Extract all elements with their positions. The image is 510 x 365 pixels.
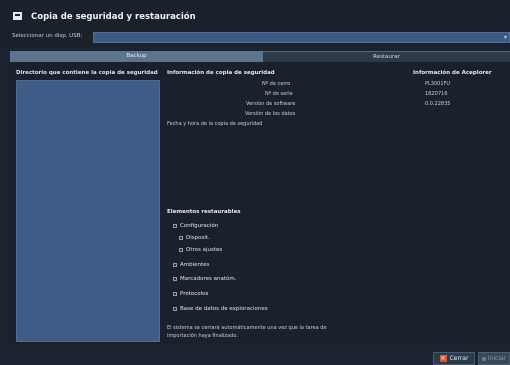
directory-title: Directorio que contiene la copia de segu… — [16, 70, 158, 76]
field-label-backup-datetime: Fecha y hora de la copia de seguridad — [167, 121, 263, 127]
tab-bar: Backup Restaurar — [10, 51, 510, 62]
option-ambientes[interactable]: Ambientes — [173, 262, 209, 268]
chevron-down-icon[interactable]: ▾ — [504, 34, 507, 41]
field-value-serial-number: 18Z0716 — [425, 91, 448, 97]
start-icon — [481, 356, 486, 361]
checkbox[interactable] — [179, 248, 183, 252]
checkbox[interactable] — [173, 277, 177, 281]
checkbox[interactable] — [173, 307, 177, 311]
option-otros-ajustes[interactable]: Otros ajustes — [179, 247, 222, 253]
start-button-label: Iniciar — [487, 355, 507, 362]
option-marcadores[interactable]: Marcadores anatóm. — [173, 276, 237, 282]
field-label-data-version: Versión de los datos — [245, 111, 296, 117]
option-disposit[interactable]: Disposit. — [179, 235, 210, 241]
directory-list[interactable] — [16, 80, 160, 342]
option-label: Protocolos — [180, 291, 209, 297]
window-title: Copia de seguridad y restauración — [31, 12, 196, 22]
close-icon: ✕ — [439, 355, 447, 362]
field-label-cart-number: Nº de carro — [262, 81, 291, 87]
option-label: Configuración — [180, 223, 219, 229]
start-button[interactable]: Iniciar — [478, 352, 510, 365]
usb-dropdown[interactable]: ▾ — [93, 32, 510, 43]
tab-restore[interactable]: Restaurar — [263, 51, 510, 62]
window-icon — [13, 12, 22, 20]
title-bar: Copia de seguridad y restauración — [0, 0, 510, 27]
option-label: Ambientes — [180, 262, 210, 268]
close-button-label: Cerrar — [449, 355, 469, 362]
checkbox[interactable] — [173, 263, 177, 267]
field-value-cart-number: PL3001FU — [425, 81, 451, 87]
backup-info-title: Información de copia de seguridad — [167, 70, 275, 76]
app-info-title: Información de Aceplorer — [413, 70, 492, 76]
tab-backup[interactable]: Backup — [10, 51, 263, 62]
option-label: Marcadores anatóm. — [180, 276, 237, 282]
field-label-software-version: Versión de software — [246, 101, 296, 107]
option-configuracion[interactable]: Configuración — [173, 223, 218, 229]
usb-label: Seleccionar un disp. USB: — [12, 33, 83, 39]
checkbox[interactable] — [179, 236, 183, 240]
info-note: El sistema se cerrará automáticamente un… — [167, 325, 327, 339]
option-protocolos[interactable]: Protocolos — [173, 291, 208, 297]
option-label: Disposit. — [186, 235, 210, 241]
checkbox[interactable] — [173, 292, 177, 296]
field-label-serial-number: Nº de serie — [265, 91, 293, 97]
field-value-software-version: 0.0.22835 — [425, 101, 451, 107]
option-base-datos[interactable]: Base de datos de exploraciones — [173, 306, 268, 312]
checkbox[interactable] — [173, 224, 177, 228]
option-label: Base de datos de exploraciones — [180, 306, 268, 312]
usb-selector-row: Seleccionar un disp. USB: ▾ — [0, 27, 510, 47]
close-button[interactable]: ✕ Cerrar — [433, 352, 475, 365]
option-label: Otros ajustes — [186, 247, 223, 253]
restorable-title: Elementos restaurables — [167, 209, 241, 215]
